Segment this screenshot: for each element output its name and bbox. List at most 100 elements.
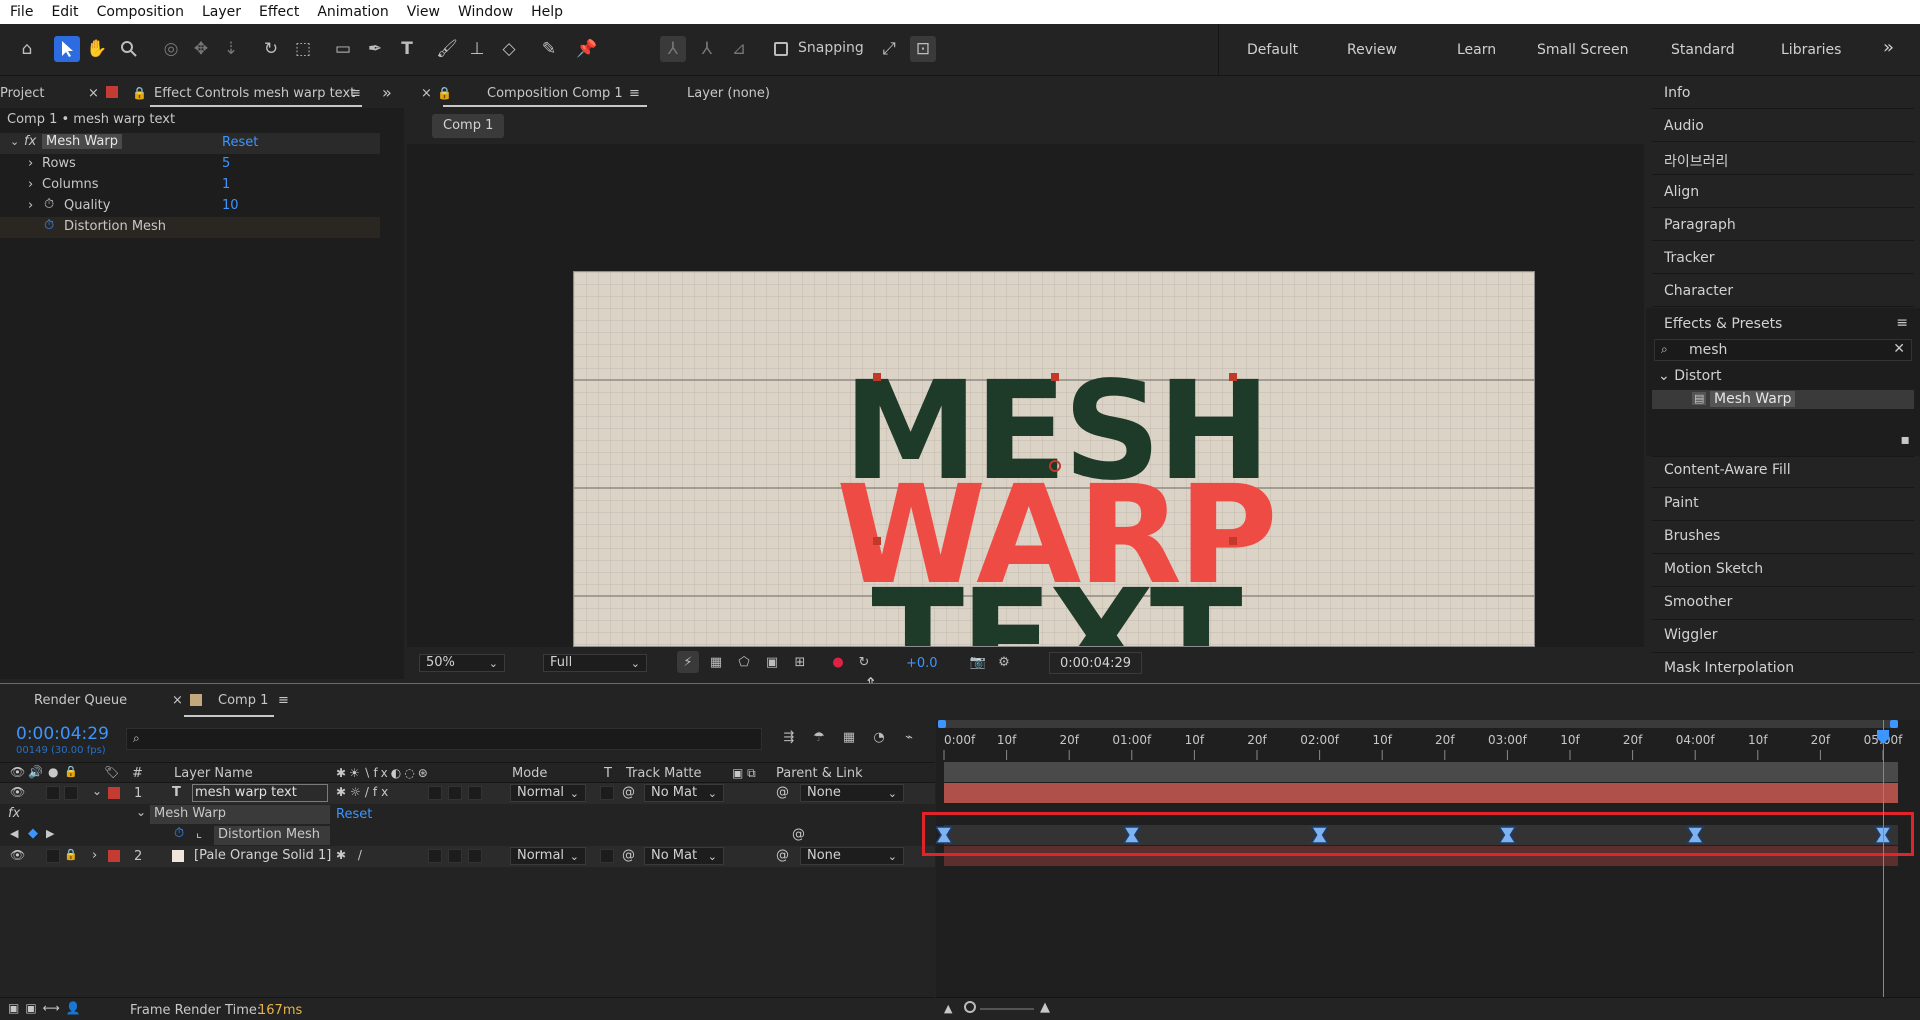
zoom-slider-knob[interactable]	[964, 1001, 976, 1013]
dolly-camera-icon[interactable]: ⇣	[218, 36, 244, 62]
comp-1-button[interactable]: Comp 1	[432, 114, 505, 138]
close-icon[interactable]: ×	[421, 86, 432, 101]
panel-menu-icon[interactable]: ≡	[278, 693, 289, 708]
panel-wiggler[interactable]: Wiggler	[1664, 627, 1717, 643]
tab-comp-1[interactable]: Comp 1	[218, 693, 268, 708]
parent-dropdown[interactable]: None ⌄	[800, 784, 904, 802]
property-name[interactable]: Distortion Mesh	[214, 826, 330, 845]
preserve-transparency-switch[interactable]	[600, 786, 614, 800]
work-area-bar[interactable]	[938, 720, 1898, 728]
chevron-right-icon[interactable]: ›	[92, 848, 97, 863]
transparency-grid-icon[interactable]: ▦	[705, 651, 727, 673]
track-matte-dropdown[interactable]: No Mat ⌄	[644, 847, 724, 865]
tab-project[interactable]: Project	[0, 86, 44, 101]
panel-content-aware-fill[interactable]: Content-Aware Fill	[1664, 462, 1791, 478]
panel-character[interactable]: Character	[1664, 283, 1733, 299]
fx-icon[interactable]: fx	[24, 134, 36, 149]
panel-smoother[interactable]: Smoother	[1664, 594, 1732, 610]
hand-tool-icon[interactable]: ✋	[84, 36, 110, 62]
property-distortion-mesh[interactable]: ⏱ Distortion Mesh	[0, 217, 380, 238]
workspace-learn[interactable]: Learn	[1457, 42, 1496, 58]
zoom-tool-icon[interactable]	[116, 36, 142, 62]
panel-mask-interpolation[interactable]: Mask Interpolation	[1664, 660, 1794, 676]
layer-row-1[interactable]: 👁 ⌄ 1 T mesh warp text ✱☼/fx Normal ⌄ @ N…	[0, 783, 935, 804]
world-axis-icon[interactable]: ⅄	[694, 36, 720, 62]
tab-effect-controls[interactable]: Effect Controls mesh warp text	[154, 86, 355, 101]
layer-name-field[interactable]: mesh warp text	[192, 784, 328, 802]
stopwatch-active-icon[interactable]: ⏱	[44, 218, 54, 233]
fast-previews-icon[interactable]: ⚡	[677, 651, 699, 673]
menu-file[interactable]: File	[10, 4, 33, 20]
close-icon[interactable]: ×	[88, 86, 99, 101]
work-area-end-handle[interactable]	[1890, 720, 1898, 728]
rotate-tool-icon[interactable]: ↻	[258, 36, 284, 62]
region-of-interest-icon[interactable]: ▣	[761, 651, 783, 673]
category-distort[interactable]: ⌄ Distort	[1658, 368, 1721, 384]
track-matte-dropdown[interactable]: No Mat ⌄	[644, 784, 724, 802]
solo-switch[interactable]	[46, 849, 60, 863]
snap-features-icon[interactable]: ⊡	[910, 36, 936, 62]
visibility-eye-icon[interactable]: 👁	[10, 848, 25, 862]
mode-dropdown[interactable]: Normal ⌄	[510, 847, 586, 865]
panel-libraries-kr[interactable]: 라이브러리	[1664, 151, 1728, 171]
menu-effect[interactable]: Effect	[259, 4, 299, 20]
home-icon[interactable]: ⌂	[14, 36, 40, 62]
layer-name[interactable]: [Pale Orange Solid 1]	[194, 848, 331, 863]
zoom-in-icon[interactable]: ▲	[1040, 1000, 1050, 1015]
snap-edges-icon[interactable]: ⤢	[876, 36, 902, 62]
chevron-right-icon[interactable]: ›	[28, 156, 33, 171]
workspace-small-screen[interactable]: Small Screen	[1537, 42, 1628, 58]
3d-switch[interactable]	[468, 786, 482, 800]
lock-icon[interactable]: 🔒	[437, 86, 452, 100]
clear-search-icon[interactable]: ✕	[1893, 341, 1905, 357]
footer-toggle-icons[interactable]: ▣▣⟷👤	[8, 1001, 87, 1015]
new-folder-icon[interactable]: ▪	[1901, 432, 1911, 448]
panel-menu-icon[interactable]: ≡	[629, 86, 640, 101]
resolution-dropdown[interactable]: Full ⌄	[543, 654, 647, 672]
grid-guides-icon[interactable]: ⊞	[789, 651, 811, 673]
parent-dropdown[interactable]: None ⌄	[800, 847, 904, 865]
pickwhip-icon[interactable]: @	[776, 848, 789, 863]
zoom-slider-track[interactable]	[980, 1008, 1034, 1010]
workspace-default[interactable]: Default	[1247, 42, 1298, 58]
tab-render-queue[interactable]: Render Queue	[34, 693, 127, 708]
puppet-pin-icon[interactable]: 📌	[574, 36, 600, 62]
panel-paint[interactable]: Paint	[1664, 495, 1699, 511]
snapping-checkbox[interactable]	[774, 42, 788, 56]
lock-icon[interactable]: 🔒	[64, 848, 78, 861]
effects-search-input[interactable]: ⌕ mesh ✕	[1654, 339, 1912, 361]
rectangle-tool-icon[interactable]: ▭	[330, 36, 356, 62]
eraser-icon[interactable]: ◇	[496, 36, 522, 62]
label-color-chip[interactable]	[108, 850, 120, 862]
close-icon[interactable]: ×	[172, 693, 183, 708]
pen-tool-icon[interactable]: ✒	[362, 36, 388, 62]
column-layer-name[interactable]: Layer Name	[174, 766, 253, 781]
channel-icon[interactable]: ●	[827, 651, 849, 673]
layer-1-bar[interactable]	[944, 783, 1898, 803]
brush-tool-icon[interactable]: 🖌	[434, 36, 460, 62]
chevron-right-icon[interactable]: ›	[28, 177, 33, 192]
motion-blur-switch[interactable]	[428, 786, 442, 800]
chevron-down-icon[interactable]: ⌄	[10, 135, 19, 148]
adjustment-switch[interactable]	[448, 849, 462, 863]
expression-pickwhip-icon[interactable]: @	[792, 827, 805, 842]
workspace-review[interactable]: Review	[1347, 42, 1397, 58]
shy-layers-icon[interactable]: ▦	[838, 726, 860, 748]
chevron-down-icon[interactable]: ⌄	[136, 805, 146, 819]
panel-audio[interactable]: Audio	[1664, 118, 1704, 134]
panel-info[interactable]: Info	[1664, 85, 1691, 101]
reset-exposure-icon[interactable]: ↻	[853, 651, 875, 673]
effect-name[interactable]: Mesh Warp	[150, 805, 330, 824]
menu-composition[interactable]: Composition	[97, 4, 184, 20]
fx-icon[interactable]: fx	[8, 806, 20, 821]
adjustment-switch[interactable]	[448, 786, 462, 800]
stopwatch-active-icon[interactable]: ⏱	[174, 826, 184, 841]
label-color-chip[interactable]	[108, 787, 120, 799]
menu-help[interactable]: Help	[531, 4, 563, 20]
lock-icon[interactable]: 🔒	[132, 86, 147, 100]
next-keyframe-icon[interactable]: ▶	[46, 827, 54, 840]
workspace-standard[interactable]: Standard	[1671, 42, 1735, 58]
comp-mini-flowchart-icon[interactable]: ⇶	[778, 726, 800, 748]
effect-result-mesh-warp[interactable]: ▤ Mesh Warp	[1652, 390, 1914, 409]
zoom-dropdown[interactable]: 50% ⌄	[419, 654, 505, 672]
